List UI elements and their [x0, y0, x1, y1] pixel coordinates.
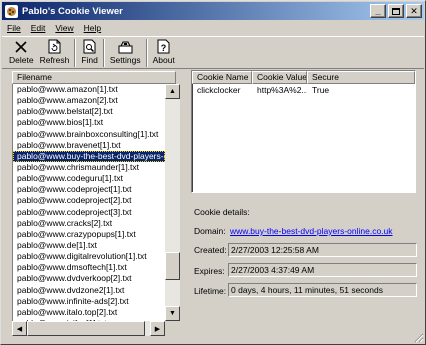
- file-list-item[interactable]: pablo@www.cracks[2].txt: [13, 218, 165, 229]
- settings-icon: [117, 39, 133, 54]
- lifetime-value: 0 days, 4 hours, 11 minutes, 51 seconds: [228, 283, 417, 297]
- delete-x-icon: [13, 39, 29, 54]
- file-list-item[interactable]: pablo@www.codeproject[3].txt: [13, 207, 165, 218]
- scroll-down-arrow-icon: ▼: [169, 310, 176, 317]
- find-icon: [82, 39, 98, 54]
- cookie-table[interactable]: Cookie Name Cookie Value Secure clickclo…: [191, 70, 416, 193]
- domain-label: Domain:: [194, 226, 226, 236]
- file-list-item[interactable]: pablo@www.buy-the-best-dvd-players-o: [13, 150, 165, 162]
- settings-button[interactable]: Settings: [107, 37, 144, 68]
- file-list-item[interactable]: pablo@www.digitalrevolution[1].txt: [13, 251, 165, 262]
- title-bar[interactable]: Pablo's Cookie Viewer _ ✕: [2, 2, 424, 20]
- file-list-item[interactable]: pablo@www.dvdverkoop[2].txt: [13, 273, 165, 284]
- svg-text:?: ?: [161, 43, 167, 53]
- file-list-horizontal-scrollbar[interactable]: ◀ ▶: [12, 321, 180, 336]
- maximize-icon: [392, 7, 400, 15]
- expires-label: Expires:: [194, 266, 225, 276]
- menu-help[interactable]: Help: [79, 23, 106, 33]
- scroll-down-button[interactable]: ▼: [165, 306, 180, 321]
- file-list-item[interactable]: pablo@www.codeguru[1].txt: [13, 173, 165, 184]
- column-cookie-name[interactable]: Cookie Name: [192, 71, 252, 84]
- cookie-value-cell: http%3A%2...: [257, 85, 307, 95]
- scroll-up-button[interactable]: ▲: [165, 84, 180, 99]
- toolbar-separator: [145, 39, 148, 67]
- refresh-button-label: Refresh: [39, 55, 70, 65]
- file-list-item[interactable]: pablo@www.italo.top[2].txt: [13, 307, 165, 318]
- cookie-details-heading: Cookie details:: [194, 207, 250, 217]
- menu-file-label: File: [7, 23, 21, 33]
- menu-file[interactable]: File: [2, 23, 26, 33]
- file-list-item[interactable]: pablo@www.dvdzone2[1].txt: [13, 285, 165, 296]
- cookie-name-cell: clickclocker: [197, 85, 241, 95]
- file-list-item[interactable]: pablo@www.amazon[1].txt: [13, 84, 165, 95]
- file-list-item[interactable]: pablo@www.codeproject[1].txt: [13, 184, 165, 195]
- cookie-table-header: Cookie Name Cookie Value Secure: [192, 71, 415, 84]
- file-list-item[interactable]: pablo@www.brainboxconsulting[1].txt: [13, 129, 165, 140]
- toolbar: Delete Refresh Find Settings ? About: [2, 36, 424, 69]
- about-button-label: About: [152, 55, 175, 65]
- file-list-item[interactable]: pablo@www.crazypopups[1].txt: [13, 229, 165, 240]
- file-list-item[interactable]: pablo@www.bravenet[1].txt: [13, 140, 165, 151]
- maximize-button[interactable]: [388, 4, 404, 18]
- close-icon: ✕: [410, 5, 418, 16]
- minimize-icon: _: [375, 5, 381, 16]
- file-list-item[interactable]: pablo@www.codeproject[2].txt: [13, 195, 165, 206]
- created-value: 2/27/2003 12:25:58 AM: [228, 243, 417, 257]
- expires-value: 2/27/2003 4:37:49 AM: [228, 263, 417, 277]
- scroll-up-arrow-icon: ▲: [169, 88, 176, 95]
- menu-help-label: Help: [83, 23, 102, 33]
- close-button[interactable]: ✕: [406, 4, 422, 18]
- file-list-item[interactable]: pablo@www.amazon[2].txt: [13, 95, 165, 106]
- lifetime-label: Lifetime:: [194, 286, 227, 296]
- file-list-item[interactable]: pablo@www.chrismaunder[1].txt: [13, 162, 165, 173]
- window-title: Pablo's Cookie Viewer: [22, 5, 123, 17]
- find-button[interactable]: Find: [78, 37, 101, 68]
- delete-button[interactable]: Delete: [6, 37, 37, 68]
- filename-column-header[interactable]: Filename: [12, 71, 176, 84]
- settings-button-label: Settings: [109, 55, 141, 65]
- horizontal-scroll-thumb[interactable]: [27, 321, 145, 336]
- created-label: Created:: [194, 245, 227, 255]
- domain-link[interactable]: www.buy-the-best-dvd-players-online.co.u…: [230, 226, 393, 236]
- file-list-item[interactable]: pablo@www.de[1].txt: [13, 240, 165, 251]
- refresh-button[interactable]: Refresh: [37, 37, 73, 68]
- file-list-item[interactable]: pablo@www.dmsoftech[1].txt: [13, 262, 165, 273]
- file-list-vertical-scrollbar[interactable]: ▲ ▼: [165, 84, 180, 321]
- cookie-file-list[interactable]: pablo@www.amazon[1].txt pablo@www.amazon[…: [12, 84, 165, 321]
- scrollbar-corner: [165, 321, 180, 336]
- minimize-button[interactable]: _: [370, 4, 386, 18]
- about-button[interactable]: ? About: [150, 37, 178, 68]
- app-window: Pablo's Cookie Viewer _ ✕ File Edit View…: [0, 0, 426, 345]
- toolbar-separator: [74, 39, 77, 67]
- scroll-right-arrow-icon: ▶: [154, 325, 161, 333]
- scroll-right-button[interactable]: ▶: [150, 321, 165, 336]
- menu-view[interactable]: View: [50, 23, 78, 33]
- pane-splitter[interactable]: [182, 69, 189, 339]
- scroll-left-button[interactable]: ◀: [12, 321, 27, 336]
- find-button-label: Find: [81, 55, 98, 65]
- menu-view-label: View: [55, 23, 74, 33]
- menu-bar: File Edit View Help: [2, 21, 424, 35]
- vertical-scroll-thumb[interactable]: [165, 252, 180, 280]
- cookie-app-icon[interactable]: [5, 4, 18, 18]
- resize-grip-icon: [414, 333, 424, 343]
- menu-edit[interactable]: Edit: [26, 23, 51, 33]
- file-list-item[interactable]: pablo@www.infinite-ads[2].txt: [13, 296, 165, 307]
- refresh-icon: [46, 39, 62, 54]
- toolbar-separator: [102, 39, 105, 67]
- column-secure[interactable]: Secure: [307, 71, 415, 84]
- about-icon: ?: [156, 39, 172, 54]
- cookie-table-row[interactable]: clickclocker http%3A%2... True: [192, 84, 415, 96]
- resize-grip[interactable]: [412, 331, 424, 343]
- delete-button-label: Delete: [9, 55, 34, 65]
- file-list-item[interactable]: pablo@www.bios[1].txt: [13, 117, 165, 128]
- scroll-left-arrow-icon: ◀: [16, 325, 23, 333]
- file-list-item[interactable]: pablo@www.belstat[2].txt: [13, 106, 165, 117]
- column-cookie-value[interactable]: Cookie Value: [252, 71, 307, 84]
- cookie-secure-cell: True: [312, 85, 330, 95]
- menu-edit-label: Edit: [30, 23, 46, 33]
